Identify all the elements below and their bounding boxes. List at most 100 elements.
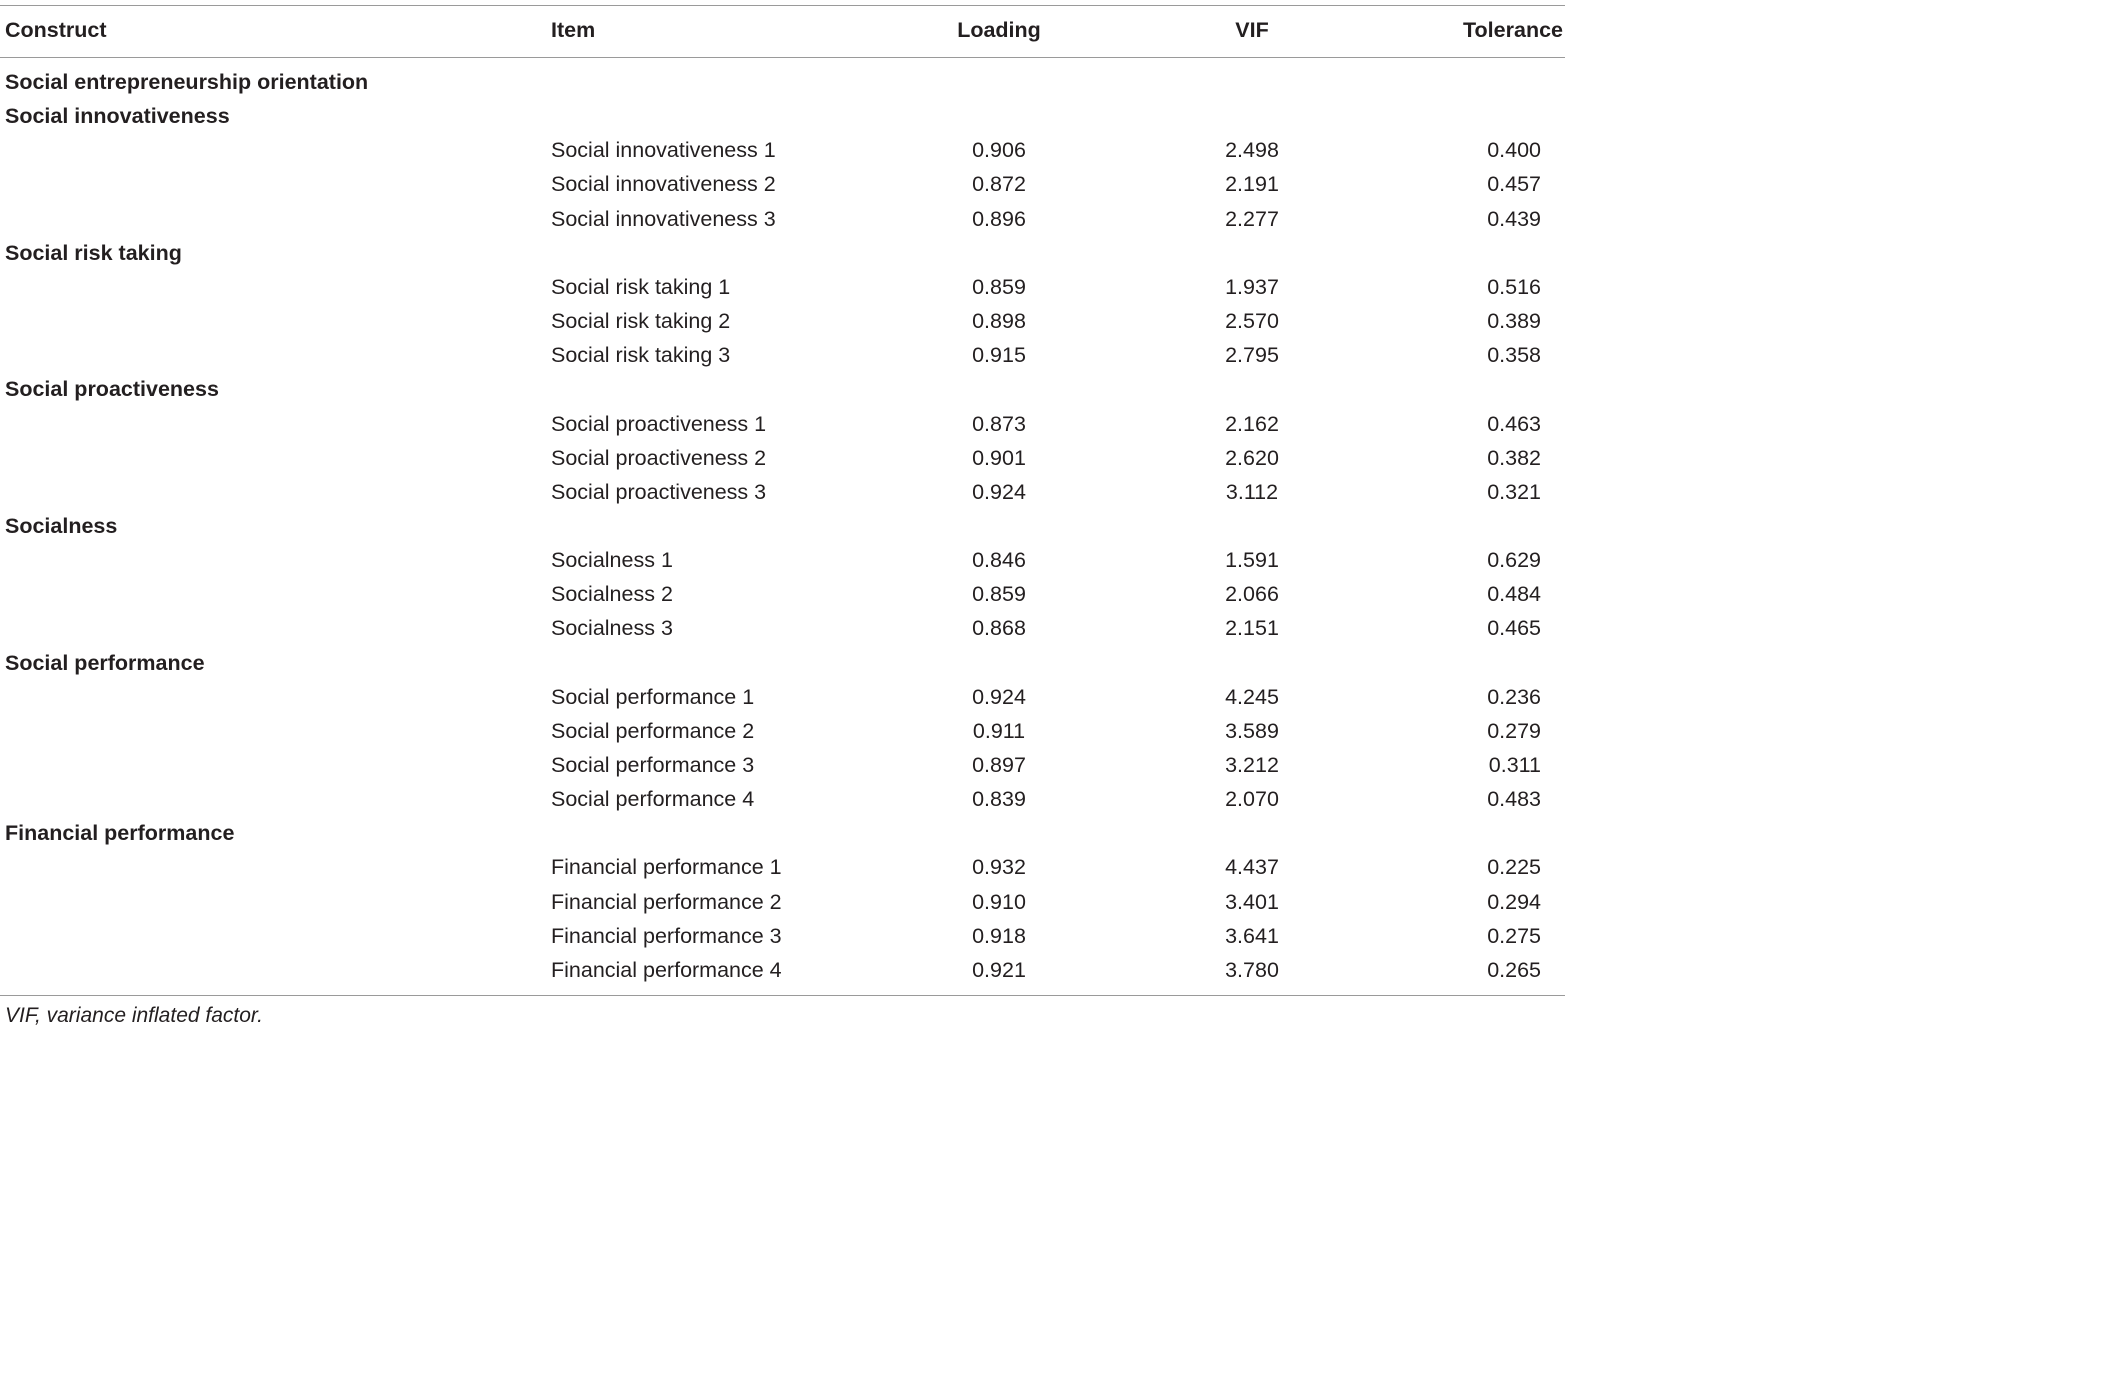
construct-row: Social entrepreneurship orientation bbox=[0, 65, 1565, 99]
table-row: Socialness 1 0.846 1.591 0.629 bbox=[0, 543, 1565, 577]
tolerance-cell: 0.225 bbox=[1487, 855, 1541, 880]
table-row: Social performance 1 0.924 4.245 0.236 bbox=[0, 680, 1565, 714]
table-header-row: Construct Item Loading VIF Tolerance bbox=[0, 13, 1565, 47]
vif-cell: 2.066 bbox=[1225, 582, 1279, 607]
construct-label: Socialness bbox=[5, 513, 118, 538]
tolerance-cell: 0.483 bbox=[1487, 787, 1541, 812]
construct-label: Social entrepreneurship orientation bbox=[5, 70, 369, 94]
item-cell: Social risk taking 1 bbox=[551, 274, 731, 299]
item-cell: Socialness 3 bbox=[551, 616, 673, 641]
item-cell: Socialness 1 bbox=[551, 548, 673, 573]
table-row: Social proactiveness 1 0.873 2.162 0.463 bbox=[0, 407, 1565, 441]
loading-cell: 0.932 bbox=[972, 855, 1026, 880]
vif-cell: 1.937 bbox=[1225, 274, 1279, 299]
loading-cell: 0.906 bbox=[972, 138, 1026, 163]
table-row: Social risk taking 3 0.915 2.795 0.358 bbox=[0, 338, 1565, 372]
table-top-rule bbox=[0, 5, 1565, 6]
construct-label: Social proactiveness bbox=[5, 377, 219, 402]
item-cell: Social innovativeness 1 bbox=[551, 138, 776, 163]
table-row: Financial performance 1 0.932 4.437 0.225 bbox=[0, 850, 1565, 884]
tolerance-cell: 0.275 bbox=[1487, 923, 1541, 948]
item-cell: Social performance 3 bbox=[551, 753, 755, 777]
item-cell: Financial performance 4 bbox=[551, 957, 782, 982]
tolerance-cell: 0.400 bbox=[1487, 138, 1541, 163]
loading-cell: 0.918 bbox=[972, 923, 1026, 948]
vif-cell: 3.780 bbox=[1225, 957, 1279, 982]
vif-cell: 1.591 bbox=[1225, 548, 1279, 573]
table-row: Social innovativeness 2 0.872 2.191 0.457 bbox=[0, 167, 1565, 201]
loading-cell: 0.868 bbox=[972, 616, 1026, 641]
table-row: Social risk taking 2 0.898 2.570 0.389 bbox=[0, 304, 1565, 338]
vif-cell: 3.641 bbox=[1225, 923, 1279, 948]
loading-cell: 0.873 bbox=[972, 411, 1026, 436]
tolerance-cell: 0.463 bbox=[1487, 411, 1541, 436]
tolerance-cell: 0.294 bbox=[1487, 889, 1541, 914]
vif-cell: 2.570 bbox=[1225, 309, 1279, 334]
construct-label: Social risk taking bbox=[5, 240, 182, 265]
tolerance-cell: 0.321 bbox=[1487, 479, 1541, 504]
loading-cell: 0.897 bbox=[972, 753, 1026, 777]
item-cell: Social risk taking 3 bbox=[551, 343, 731, 368]
loading-cell: 0.915 bbox=[972, 343, 1026, 368]
table-row: Social proactiveness 3 0.924 3.112 0.321 bbox=[0, 475, 1565, 509]
vif-cell: 2.498 bbox=[1225, 138, 1279, 163]
loading-cell: 0.924 bbox=[972, 684, 1026, 709]
item-cell: Social innovativeness 2 bbox=[551, 172, 776, 197]
loading-cell: 0.911 bbox=[972, 718, 1026, 743]
loading-cell: 0.896 bbox=[972, 206, 1026, 231]
tolerance-cell: 0.439 bbox=[1487, 206, 1541, 231]
loading-cell: 0.859 bbox=[972, 274, 1026, 299]
vif-cell: 2.162 bbox=[1225, 411, 1279, 436]
table-row: Socialness 3 0.868 2.151 0.465 bbox=[0, 611, 1565, 645]
item-cell: Financial performance 2 bbox=[551, 889, 782, 914]
construct-row: Social proactiveness bbox=[0, 372, 1565, 406]
vif-cell: 2.277 bbox=[1225, 206, 1279, 231]
table-row: Financial performance 2 0.910 3.401 0.294 bbox=[0, 885, 1565, 919]
item-cell: Financial performance 1 bbox=[551, 855, 782, 880]
vif-cell: 2.151 bbox=[1225, 616, 1279, 641]
construct-label: Social innovativeness bbox=[5, 104, 230, 129]
table-row: Social performance 2 0.911 3.589 0.279 bbox=[0, 714, 1565, 748]
loading-cell: 0.846 bbox=[972, 548, 1026, 573]
tolerance-cell: 0.629 bbox=[1487, 548, 1541, 573]
tolerance-cell: 0.457 bbox=[1487, 172, 1541, 197]
tolerance-cell: 0.265 bbox=[1487, 957, 1541, 982]
table-row: Social risk taking 1 0.859 1.937 0.516 bbox=[0, 270, 1565, 304]
tolerance-cell: 0.236 bbox=[1487, 684, 1541, 709]
item-cell: Social proactiveness 1 bbox=[551, 411, 767, 436]
vif-cell: 3.212 bbox=[1225, 753, 1279, 777]
table-row: Social innovativeness 3 0.896 2.277 0.439 bbox=[0, 202, 1565, 236]
item-cell: Social performance 1 bbox=[551, 684, 755, 709]
tolerance-cell: 0.311 bbox=[1488, 753, 1541, 777]
table-row: Financial performance 3 0.918 3.641 0.275 bbox=[0, 919, 1565, 953]
header-tolerance: Tolerance bbox=[1463, 18, 1563, 42]
construct-row: Financial performance bbox=[0, 816, 1565, 850]
item-cell: Financial performance 3 bbox=[551, 923, 782, 948]
table-footnote: VIF, variance inflated factor. bbox=[5, 1004, 263, 1027]
header-construct: Construct bbox=[5, 18, 107, 42]
tolerance-cell: 0.516 bbox=[1487, 274, 1541, 299]
header-loading: Loading bbox=[957, 18, 1041, 42]
item-cell: Social performance 4 bbox=[551, 787, 755, 812]
construct-label: Social performance bbox=[5, 650, 205, 675]
table-header-rule bbox=[0, 57, 1565, 58]
vif-cell: 4.437 bbox=[1225, 855, 1279, 880]
item-cell: Social proactiveness 3 bbox=[551, 479, 767, 504]
header-item: Item bbox=[551, 18, 596, 42]
vif-cell: 2.070 bbox=[1225, 787, 1279, 812]
header-vif: VIF bbox=[1235, 18, 1269, 42]
construct-row: Social performance bbox=[0, 646, 1565, 680]
construct-row: Social risk taking bbox=[0, 236, 1565, 270]
tolerance-cell: 0.389 bbox=[1487, 309, 1541, 334]
vif-cell: 3.401 bbox=[1225, 889, 1279, 914]
vif-cell: 3.589 bbox=[1225, 718, 1279, 743]
loading-cell: 0.921 bbox=[972, 957, 1026, 982]
item-cell: Socialness 2 bbox=[551, 582, 673, 607]
table-row: Financial performance 4 0.921 3.780 0.265 bbox=[0, 953, 1565, 987]
vif-cell: 2.795 bbox=[1225, 343, 1279, 368]
loading-cell: 0.924 bbox=[972, 479, 1026, 504]
loading-cell: 0.901 bbox=[972, 445, 1026, 470]
vif-cell: 3.112 bbox=[1225, 479, 1279, 504]
table-bottom-rule bbox=[0, 995, 1565, 996]
loading-cell: 0.839 bbox=[972, 787, 1026, 812]
